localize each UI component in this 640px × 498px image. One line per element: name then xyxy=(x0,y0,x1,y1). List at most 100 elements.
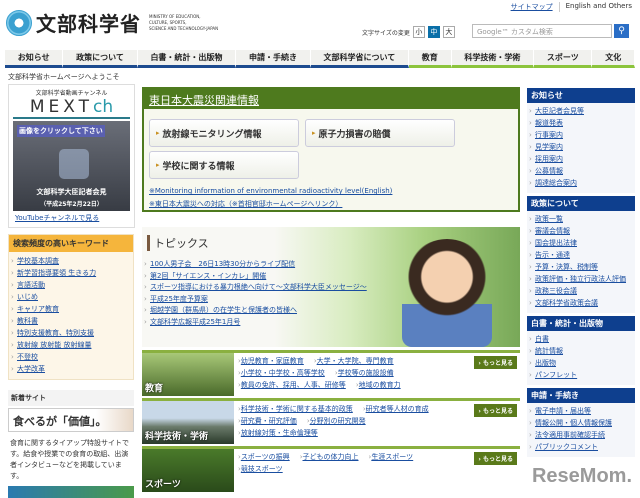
list-item-link[interactable]: 文部科学広報平成25年1月号 xyxy=(142,317,520,329)
list-item-link[interactable]: スポーツ指導における暴力根絶へ向けて～文部科学大臣メッセージ～ xyxy=(142,282,520,294)
right-link[interactable]: 報道発表 xyxy=(527,117,635,129)
right-link[interactable]: 出版物 xyxy=(527,357,635,369)
category-link[interactable]: 研究費・研究評価 xyxy=(238,417,297,425)
second-banner[interactable] xyxy=(8,486,134,498)
english-link[interactable]: English and Others xyxy=(566,2,632,10)
category-image[interactable]: 科学技術・学術 xyxy=(142,401,234,444)
nav-education[interactable]: 教育 xyxy=(409,50,452,68)
right-link[interactable]: 情報公開・個人情報保護 xyxy=(527,417,635,429)
youtube-link[interactable]: YouTubeチャンネルで見る xyxy=(15,214,99,222)
search-input[interactable]: Google™ カスタム検索 xyxy=(472,24,612,38)
search-button[interactable]: ⚲ xyxy=(614,24,629,38)
right-link[interactable]: 国会提出法律 xyxy=(527,237,635,249)
list-item-link[interactable]: 平成25年度予算案 xyxy=(142,294,520,306)
right-section-list: 政策一覧審議会情報国会提出法律告示・通達予算・決算、税制等政策評価・独立行政法人… xyxy=(527,211,635,313)
nav-publications[interactable]: 白書・統計・出版物 xyxy=(137,50,237,68)
video-thumbnail[interactable]: 画像をクリックして下さい 文部科学大臣記者会見 （平成25年2月22日） xyxy=(13,121,130,211)
right-section-title: お知らせ xyxy=(527,88,635,103)
right-link[interactable]: 審議会情報 xyxy=(527,225,635,237)
school-info-button[interactable]: 学校に関する情報 xyxy=(149,151,299,179)
category-image[interactable]: 教育 xyxy=(142,353,234,396)
font-size-small[interactable]: 小 xyxy=(412,26,425,38)
category-link[interactable]: 教員の免許、採用、人事、研修等 xyxy=(238,381,346,389)
category-link[interactable]: スポーツの振興 xyxy=(238,453,290,461)
mext-channel: 文部科学省動画チャンネル MEXTch 画像をクリックして下さい 文部科学大臣記… xyxy=(8,84,135,228)
right-link[interactable]: 見学案内 xyxy=(527,141,635,153)
font-size-large[interactable]: 大 xyxy=(442,26,455,38)
category-image[interactable]: スポーツ xyxy=(142,449,234,492)
font-size-label: 文字サイズの変更 xyxy=(362,29,410,37)
nav-news[interactable]: お知らせ xyxy=(5,50,64,68)
right-link[interactable]: 法令適用事前確認手続 xyxy=(527,429,635,441)
category-link[interactable]: 学校等の施設設備 xyxy=(335,369,394,377)
nav-about[interactable]: 文部科学省について xyxy=(310,50,410,68)
right-link[interactable]: 公募情報 xyxy=(527,165,635,177)
list-item-link[interactable]: 不登校 xyxy=(9,351,133,363)
radiation-monitoring-button[interactable]: 放射線モニタリング情報 xyxy=(149,119,299,147)
list-item-link[interactable]: 堀越学園（群馬県）の在学生と保護者の皆様へ xyxy=(142,305,520,317)
keywords-box: 検索頻度の高いキーワード 学校基本調査新学習指導要領 生きる力言語活動いじめキャ… xyxy=(8,234,134,380)
mext-subtitle: 文部科学省動画チャンネル xyxy=(35,90,108,97)
video-caption: 文部科学大臣記者会見 xyxy=(36,188,107,196)
kantei-link[interactable]: ※東日本大震災への対応（※首相官邸ホームページへリンク） xyxy=(149,199,342,209)
more-button[interactable]: › もっと見る xyxy=(474,404,517,417)
right-link[interactable]: 白書 xyxy=(527,333,635,345)
right-link[interactable]: パンフレット xyxy=(527,369,635,381)
right-link[interactable]: 告示・通達 xyxy=(527,249,635,261)
food-banner[interactable]: 食べるが「価値」。 xyxy=(8,408,134,432)
right-link[interactable]: 統計情報 xyxy=(527,345,635,357)
category-link[interactable]: 幼児教育・家庭教育 xyxy=(238,357,304,365)
right-link[interactable]: 文部科学省政策会議 xyxy=(527,297,635,309)
right-link[interactable]: 政策一覧 xyxy=(527,213,635,225)
font-size-control: 文字サイズの変更 小 中 大 xyxy=(362,26,455,38)
category-link[interactable]: 競技スポーツ xyxy=(238,465,283,473)
logo[interactable]: 文部科学省 MINISTRY OF EDUCATION, CULTURE, SP… xyxy=(6,8,218,37)
right-link[interactable]: 大臣記者会見等 xyxy=(527,105,635,117)
category-link[interactable]: 地域の教育力 xyxy=(356,381,401,389)
nav-policy[interactable]: 政策について xyxy=(63,50,138,68)
right-link[interactable]: 予算・決算、税制等 xyxy=(527,261,635,273)
list-item-link[interactable]: 放射線 放射能 放射線量 xyxy=(9,339,133,351)
more-button[interactable]: › もっと見る xyxy=(474,452,517,465)
right-link[interactable]: 行事案内 xyxy=(527,129,635,141)
list-item-link[interactable]: 言語活動 xyxy=(9,279,133,291)
list-item-link[interactable]: キャリア教育 xyxy=(9,303,133,315)
nuclear-compensation-button[interactable]: 原子力損害の賠償 xyxy=(305,119,455,147)
list-item-link[interactable]: 大学改革 xyxy=(9,363,133,375)
category-link[interactable]: 大学・大学院、専門教育 xyxy=(314,357,394,365)
list-item-link[interactable]: 100人男子会 26日13時30分からライブ配信 xyxy=(142,259,520,271)
monitoring-english-link[interactable]: ※Monitoring information of environmental… xyxy=(149,187,392,195)
list-item-link[interactable]: 教科書 xyxy=(9,315,133,327)
nav-culture[interactable]: 文化 xyxy=(592,50,635,68)
right-section-list: 電子申請・届出等情報公開・個人情報保護法令適用事前確認手続パブリックコメント xyxy=(527,403,635,457)
list-item-link[interactable]: 特別支援教育、特別支援 xyxy=(9,327,133,339)
font-size-medium[interactable]: 中 xyxy=(427,26,440,38)
nav-science[interactable]: 科学技術・学術 xyxy=(451,50,535,68)
nav-applications[interactable]: 申請・手続き xyxy=(236,50,311,68)
right-link[interactable]: 政策評価・独立行政法人評価 xyxy=(527,273,635,285)
right-link[interactable]: 政務三役会議 xyxy=(527,285,635,297)
list-item-link[interactable]: 新学習指導要領 生きる力 xyxy=(9,267,133,279)
category-1: 科学技術・学術 科学技術・学術に関する基本的政策 研究者等人材の育成研究費・研究評価… xyxy=(142,398,520,444)
right-link[interactable]: 採用案内 xyxy=(527,153,635,165)
new-sites-title: 新着サイト xyxy=(8,390,134,406)
category-link[interactable]: 研究者等人材の育成 xyxy=(363,405,429,413)
right-link[interactable]: 調達総合案内 xyxy=(527,177,635,189)
list-item-link[interactable]: 第2回「サイエンス・インカレ」開催 xyxy=(142,271,520,283)
right-section-title: 申請・手続き xyxy=(527,388,635,403)
category-link[interactable]: 科学技術・学術に関する基本的政策 xyxy=(238,405,353,413)
list-item-link[interactable]: いじめ xyxy=(9,291,133,303)
nav-sports[interactable]: スポーツ xyxy=(534,50,593,68)
list-item-link[interactable]: 学校基本調査 xyxy=(9,255,133,267)
video-date: （平成25年2月22日） xyxy=(40,201,103,208)
right-link[interactable]: 電子申請・届出等 xyxy=(527,405,635,417)
category-link[interactable]: 放射線対策・生命倫理等 xyxy=(238,429,318,437)
more-button[interactable]: › もっと見る xyxy=(474,356,517,369)
right-link[interactable]: パブリックコメント xyxy=(527,441,635,453)
sitemap-link[interactable]: サイトマップ xyxy=(511,2,553,12)
category-link[interactable]: 生涯スポーツ xyxy=(369,453,413,461)
category-link[interactable]: 小学校・中学校・高等学校 xyxy=(238,369,325,377)
category-link[interactable]: 子どもの体力向上 xyxy=(300,453,359,461)
category-link[interactable]: 分野別の研究開発 xyxy=(307,417,366,425)
earthquake-title[interactable]: 東日本大震災関連情報 xyxy=(144,89,518,109)
